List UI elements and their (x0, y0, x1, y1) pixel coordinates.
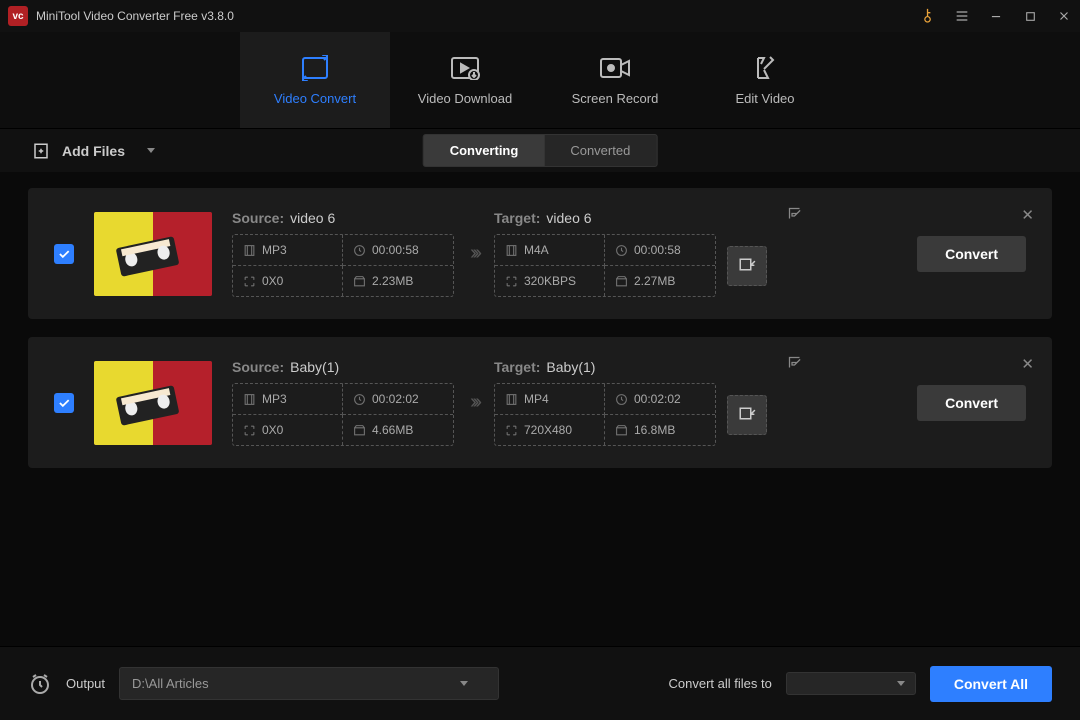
arrow-icon: ››› (464, 242, 484, 265)
tab-label: Screen Record (572, 91, 659, 106)
remove-row-icon[interactable]: ✕ (1021, 355, 1034, 373)
target-settings-button[interactable] (727, 246, 767, 286)
source-label: Source:Baby(1) (232, 359, 454, 375)
maximize-icon[interactable] (1022, 8, 1038, 24)
record-icon (599, 55, 631, 81)
edit-icon[interactable] (787, 206, 802, 226)
menu-icon[interactable] (954, 8, 970, 24)
file-row: Source:Baby(1) MP3 00:02:02 0X0 4.66MB ›… (28, 337, 1052, 468)
clock-icon (353, 244, 366, 257)
tab-label: Video Convert (274, 91, 356, 106)
target-settings-button[interactable] (727, 395, 767, 435)
output-path-select[interactable]: D:\All Articles (119, 667, 499, 700)
file-list: Source:video 6 MP3 00:00:58 0X0 2.23MB ›… (0, 172, 1080, 646)
source-box: MP3 00:00:58 0X0 2.23MB (232, 234, 454, 297)
tab-label: Video Download (418, 91, 512, 106)
convert-button[interactable]: Convert (917, 236, 1026, 272)
tab-video-convert[interactable]: Video Convert (240, 32, 390, 128)
convert-icon (300, 55, 330, 81)
tab-edit-video[interactable]: Edit Video (690, 32, 840, 128)
key-icon[interactable] (917, 5, 940, 28)
resolution-icon (505, 424, 518, 437)
title-bar: vc MiniTool Video Converter Free v3.8.0 (0, 0, 1080, 32)
size-icon (615, 424, 628, 437)
status-tabs: Converting Converted (423, 134, 658, 167)
target-box: MP4 00:02:02 720X480 16.8MB (494, 383, 716, 446)
chevron-down-icon (460, 681, 468, 686)
size-icon (353, 275, 366, 288)
convert-button[interactable]: Convert (917, 385, 1026, 421)
clock-icon (353, 393, 366, 406)
format-icon (505, 244, 518, 257)
tab-label: Edit Video (735, 91, 794, 106)
size-icon (353, 424, 366, 437)
file-row: Source:video 6 MP3 00:00:58 0X0 2.23MB ›… (28, 188, 1052, 319)
schedule-icon[interactable] (28, 672, 52, 696)
thumbnail (94, 361, 212, 445)
download-icon (450, 55, 480, 81)
close-icon[interactable] (1056, 8, 1072, 24)
convert-all-button[interactable]: Convert All (930, 666, 1052, 702)
edit-video-icon (752, 55, 778, 81)
add-files-label: Add Files (62, 143, 125, 159)
toolbar: Add Files Converting Converted (0, 128, 1080, 172)
format-icon (243, 393, 256, 406)
chevron-down-icon[interactable] (147, 148, 155, 153)
main-tabs: Video Convert Video Download Screen Reco… (0, 32, 1080, 128)
source-box: MP3 00:02:02 0X0 4.66MB (232, 383, 454, 446)
remove-row-icon[interactable]: ✕ (1021, 206, 1034, 224)
row-checkbox[interactable] (54, 393, 74, 413)
target-label: Target:video 6 (494, 210, 767, 226)
resolution-icon (243, 275, 256, 288)
clock-icon (615, 393, 628, 406)
thumbnail (94, 212, 212, 296)
resolution-icon (505, 275, 518, 288)
chevron-down-icon (897, 681, 905, 686)
resolution-icon (243, 424, 256, 437)
tab-converted[interactable]: Converted (544, 135, 656, 166)
row-checkbox[interactable] (54, 244, 74, 264)
app-logo: vc (8, 6, 28, 26)
format-icon (243, 244, 256, 257)
format-icon (505, 393, 518, 406)
tab-screen-record[interactable]: Screen Record (540, 32, 690, 128)
app-title: MiniTool Video Converter Free v3.8.0 (36, 9, 912, 23)
clock-icon (615, 244, 628, 257)
source-label: Source:video 6 (232, 210, 454, 226)
target-format-select[interactable] (786, 672, 916, 695)
add-file-icon (32, 142, 50, 160)
convert-all-label: Convert all files to (669, 676, 772, 691)
tab-converting[interactable]: Converting (424, 135, 545, 166)
minimize-icon[interactable] (988, 8, 1004, 24)
add-files-button[interactable]: Add Files (32, 142, 155, 160)
output-label: Output (66, 676, 105, 691)
target-box: M4A 00:00:58 320KBPS 2.27MB (494, 234, 716, 297)
footer: Output D:\All Articles Convert all files… (0, 646, 1080, 720)
size-icon (615, 275, 628, 288)
tab-video-download[interactable]: Video Download (390, 32, 540, 128)
target-label: Target:Baby(1) (494, 359, 767, 375)
edit-icon[interactable] (787, 355, 802, 375)
arrow-icon: ››› (464, 391, 484, 414)
